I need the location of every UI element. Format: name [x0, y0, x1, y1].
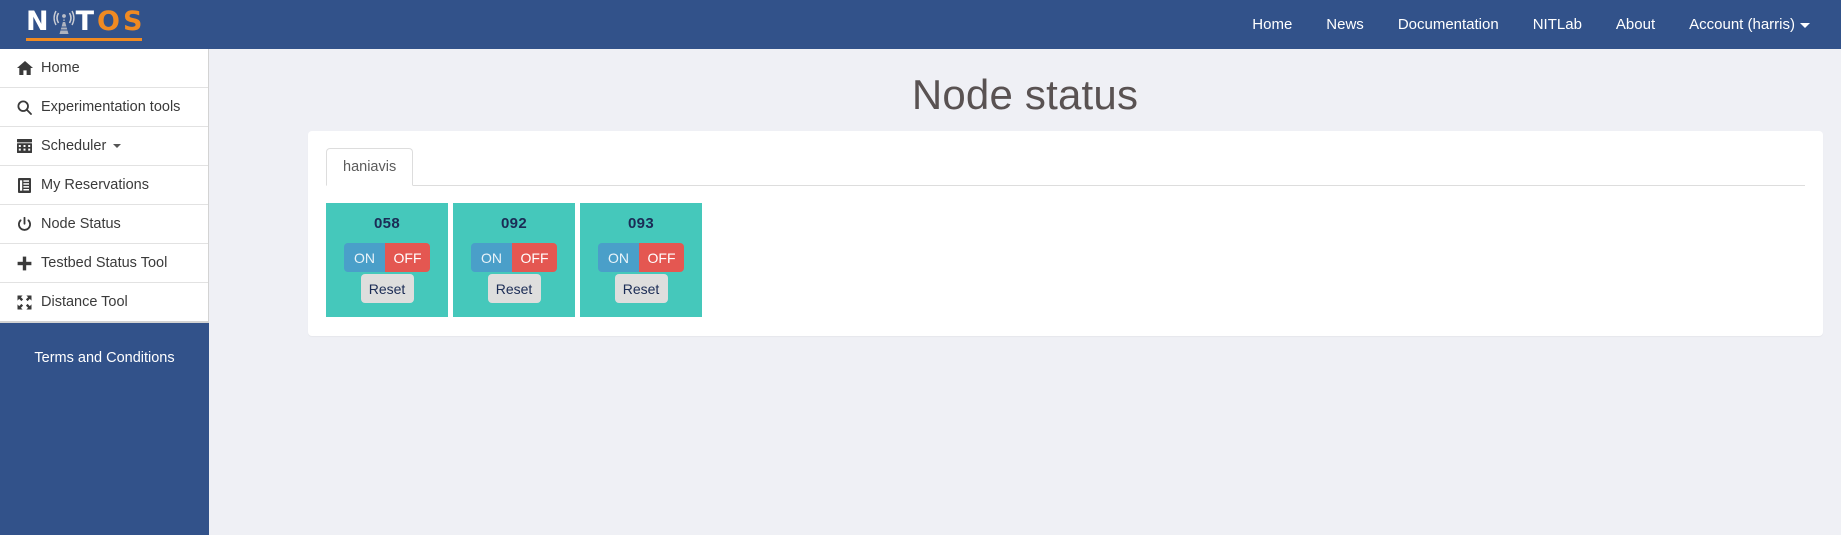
brand-logo-row: N T OS: [26, 5, 146, 37]
node-card: 093 ON OFF Reset: [580, 203, 702, 317]
sidebar-item-distance-tool[interactable]: Distance Tool: [0, 283, 208, 322]
sidebar-item-label: Distance Tool: [41, 294, 128, 310]
sidebar-item-my-reservations[interactable]: My Reservations: [0, 166, 208, 205]
sidebar-item-label: My Reservations: [41, 177, 149, 193]
nav-links: Home News Documentation NITLab About Acc…: [1235, 0, 1827, 49]
sidebar-menu: Home Experimentation tools Scheduler My …: [0, 49, 209, 323]
node-off-button[interactable]: OFF: [385, 243, 430, 272]
brand-letter-t: T: [75, 5, 98, 37]
node-on-button[interactable]: ON: [344, 243, 385, 272]
top-navbar: N T OS Home News Documentation NITLab Ab…: [0, 0, 1841, 49]
search-icon: [16, 99, 33, 115]
home-icon: [16, 60, 33, 76]
antenna-tower-icon: [53, 9, 75, 35]
node-name: 058: [374, 215, 400, 232]
nav-link-account-label: Account (harris): [1689, 16, 1795, 33]
sidebar-item-label: Home: [41, 60, 80, 76]
tab-bar: haniavis: [326, 148, 1805, 186]
node-name: 092: [501, 215, 527, 232]
sidebar-item-testbed-status-tool[interactable]: Testbed Status Tool: [0, 244, 208, 283]
node-on-button[interactable]: ON: [471, 243, 512, 272]
node-card: 058 ON OFF Reset: [326, 203, 448, 317]
node-power-buttons: ON OFF: [598, 243, 684, 272]
node-card: 092 ON OFF Reset: [453, 203, 575, 317]
power-icon: [16, 216, 33, 232]
sidebar: Home Experimentation tools Scheduler My …: [0, 49, 209, 535]
main-content: Node status haniavis 058 ON OFF Reset 09…: [209, 49, 1841, 535]
sidebar-item-scheduler[interactable]: Scheduler: [0, 127, 208, 166]
node-reset-button[interactable]: Reset: [614, 274, 668, 303]
brand-letter-n: N: [26, 5, 52, 37]
node-reset-button[interactable]: Reset: [487, 274, 541, 303]
nav-link-news[interactable]: News: [1309, 0, 1381, 49]
expand-arrows-icon: [16, 294, 33, 310]
sidebar-item-label: Experimentation tools: [41, 99, 181, 115]
sidebar-item-experimentation-tools[interactable]: Experimentation tools: [0, 88, 208, 127]
brand-letters-os: OS: [97, 5, 146, 37]
brand-underline: [26, 37, 142, 41]
list-document-icon: [16, 177, 33, 193]
calendar-icon: [16, 138, 33, 154]
nav-link-nitlab[interactable]: NITLab: [1516, 0, 1599, 49]
sidebar-item-home[interactable]: Home: [0, 49, 208, 88]
chevron-down-icon: [1800, 22, 1810, 28]
node-power-buttons: ON OFF: [344, 243, 430, 272]
node-card-list: 058 ON OFF Reset 092 ON OFF Reset 093 ON: [326, 203, 702, 317]
node-status-panel: haniavis 058 ON OFF Reset 092 ON OFF Res…: [308, 131, 1823, 336]
tab-haniavis[interactable]: haniavis: [326, 148, 414, 186]
page-title: Node status: [911, 71, 1139, 118]
nav-link-account[interactable]: Account (harris): [1672, 0, 1827, 49]
node-reset-button[interactable]: Reset: [360, 274, 414, 303]
chevron-down-icon: [113, 144, 122, 148]
node-off-button[interactable]: OFF: [639, 243, 684, 272]
sidebar-item-label: Testbed Status Tool: [41, 255, 168, 271]
node-name: 093: [628, 215, 654, 232]
brand-logo[interactable]: N T OS: [26, 5, 146, 41]
sidebar-item-label: Node Status: [41, 216, 121, 232]
node-on-button[interactable]: ON: [598, 243, 639, 272]
nav-link-about[interactable]: About: [1599, 0, 1672, 49]
terms-and-conditions-link[interactable]: Terms and Conditions: [0, 350, 209, 366]
sidebar-item-node-status[interactable]: Node Status: [0, 205, 208, 244]
plus-icon: [16, 255, 33, 271]
sidebar-item-label: Scheduler: [41, 138, 107, 154]
node-power-buttons: ON OFF: [471, 243, 557, 272]
node-off-button[interactable]: OFF: [512, 243, 557, 272]
nav-link-documentation[interactable]: Documentation: [1381, 0, 1516, 49]
nav-link-home[interactable]: Home: [1235, 0, 1309, 49]
